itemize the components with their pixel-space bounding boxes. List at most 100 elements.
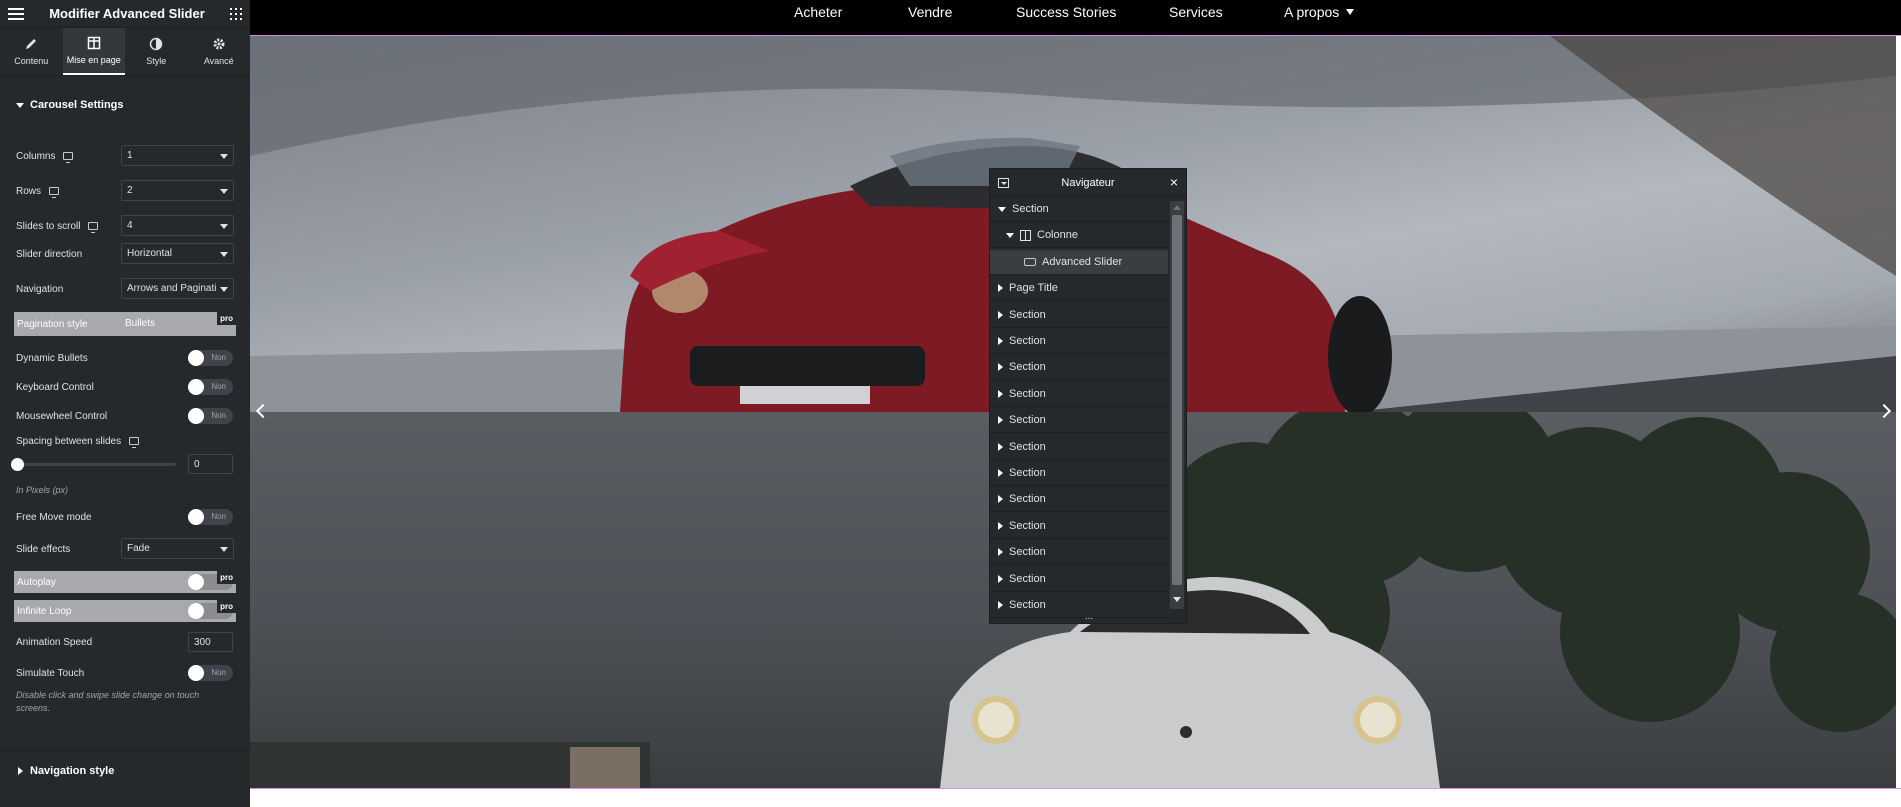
- autoplay-control: Autoplay pro: [14, 571, 236, 593]
- navigator-item-section[interactable]: Section: [990, 487, 1168, 513]
- navigator-item-section[interactable]: Section: [990, 567, 1168, 592]
- caret-down-icon[interactable]: [998, 206, 1006, 212]
- scroll-down-icon[interactable]: [1173, 597, 1181, 602]
- animation-speed-value: 300: [194, 636, 211, 648]
- desktop-icon[interactable]: [63, 152, 74, 163]
- navigator-item-section[interactable]: Section: [990, 540, 1168, 566]
- caret-right-icon[interactable]: [998, 416, 1003, 425]
- navigator-header[interactable]: Navigateur ×: [990, 169, 1186, 197]
- nav-link-success-stories[interactable]: Success Stories: [1016, 4, 1116, 20]
- slider-direction-select[interactable]: Horizontal: [121, 243, 234, 264]
- columns-select[interactable]: 1: [121, 145, 234, 166]
- caret-right-icon[interactable]: [998, 469, 1003, 477]
- caret-right-icon[interactable]: [998, 495, 1003, 504]
- navigation-select[interactable]: Arrows and Paginati: [121, 278, 234, 299]
- spacing-slider-handle[interactable]: [11, 458, 24, 471]
- tab-mise-en-page[interactable]: Mise en page: [62, 28, 125, 75]
- tab-label: Contenu: [14, 56, 49, 66]
- caret-right-icon[interactable]: [998, 601, 1003, 609]
- rows-select[interactable]: 2: [121, 180, 234, 201]
- toggle-state: Non: [211, 668, 226, 677]
- navigator-item-colonne[interactable]: Colonne: [990, 223, 1168, 249]
- caret-right-icon[interactable]: [998, 389, 1003, 398]
- apps-grid-icon[interactable]: [230, 7, 242, 20]
- carousel-settings-header[interactable]: Carousel Settings: [0, 90, 250, 120]
- navigator-item-section[interactable]: Section: [990, 382, 1168, 407]
- spacing-slider-track[interactable]: [16, 463, 176, 466]
- scroll-up-icon[interactable]: [1173, 205, 1181, 210]
- pencil-icon: [26, 39, 37, 49]
- chevron-down-icon: [220, 189, 228, 194]
- navigator-item-label: Section: [1009, 335, 1046, 347]
- simulate-touch-note: Disable click and swipe slide change on …: [16, 690, 200, 713]
- navigator-item-advanced-slider[interactable]: Advanced Slider: [990, 249, 1168, 275]
- caret-right-icon[interactable]: [998, 363, 1003, 372]
- caret-right-icon[interactable]: [998, 284, 1003, 293]
- navigation-control: Navigation Arrows and Paginati: [0, 278, 250, 300]
- navigator-item-label: Section: [1009, 572, 1046, 585]
- nav-link-a-propos[interactable]: A propos: [1284, 4, 1355, 20]
- desktop-icon[interactable]: [129, 437, 140, 448]
- pagination-style-label: Pagination style: [17, 318, 88, 330]
- navigator-item-section[interactable]: Section: [990, 408, 1168, 434]
- autoplay-label: Autoplay: [17, 576, 56, 588]
- keyboard-control-toggle[interactable]: Non: [188, 379, 233, 395]
- contrast-icon: [150, 37, 163, 51]
- nav-link-vendre[interactable]: Vendre: [908, 4, 952, 20]
- tab-style[interactable]: Style: [125, 28, 188, 75]
- animation-speed-control: Animation Speed 300: [0, 632, 250, 652]
- menu-icon[interactable]: [8, 7, 24, 20]
- navigator-item-section[interactable]: Section: [990, 514, 1168, 539]
- caret-right-icon[interactable]: [998, 521, 1003, 530]
- mousewheel-control-toggle[interactable]: Non: [188, 408, 233, 424]
- toggle-state: Non: [211, 512, 226, 521]
- pagination-style-value: Bullets: [125, 318, 156, 329]
- navigation-style-header[interactable]: Navigation style: [0, 750, 250, 790]
- slider-direction-control: Slider direction Horizontal: [0, 243, 250, 265]
- desktop-icon[interactable]: [88, 222, 99, 233]
- rows-value: 2: [127, 185, 133, 196]
- navigator-item-section[interactable]: Section: [990, 355, 1168, 381]
- collapse-all-icon[interactable]: [998, 178, 1009, 188]
- caret-right-icon[interactable]: [998, 310, 1003, 319]
- navigator-item-label: Section: [1009, 467, 1046, 479]
- caret-right-icon[interactable]: [998, 442, 1003, 451]
- desktop-icon[interactable]: [49, 187, 60, 198]
- spacing-input[interactable]: 0: [188, 454, 233, 474]
- navigator-item-page-title[interactable]: Page Title: [990, 276, 1168, 302]
- navigator-resize-handle[interactable]: ...: [990, 610, 1188, 623]
- slide-effects-select[interactable]: Fade: [121, 538, 234, 559]
- animation-speed-input[interactable]: 300: [188, 632, 233, 652]
- tab-contenu[interactable]: Contenu: [0, 28, 63, 75]
- navigator-item-section[interactable]: Section: [990, 197, 1168, 222]
- navigation-style-title: Navigation style: [30, 764, 115, 777]
- mousewheel-control-label: Mousewheel Control: [16, 410, 108, 422]
- tab-avance[interactable]: Avancé: [188, 28, 251, 75]
- navigator-item-section[interactable]: Section: [990, 435, 1168, 460]
- navigator-item-label: Colonne: [1037, 229, 1078, 242]
- navigator-item-label: Section: [1012, 203, 1049, 215]
- infinite-loop-label: Infinite Loop: [17, 605, 72, 617]
- panel-header: Modifier Advanced Slider: [0, 0, 250, 28]
- free-move-toggle[interactable]: Non: [188, 509, 233, 525]
- dynamic-bullets-toggle[interactable]: Non: [188, 350, 233, 366]
- navigator-title: Navigateur: [1061, 176, 1115, 189]
- navigator-item-section[interactable]: Section: [990, 303, 1168, 328]
- simulate-touch-toggle[interactable]: Non: [188, 665, 233, 681]
- caret-right-icon[interactable]: [998, 574, 1003, 583]
- navigator-scrollbar-thumb[interactable]: [1172, 215, 1182, 585]
- caret-down-icon[interactable]: [1006, 232, 1014, 238]
- caret-right-icon[interactable]: [998, 548, 1003, 557]
- nav-link-services[interactable]: Services: [1169, 4, 1223, 20]
- site-navbar: Acheter Vendre Success Stories Services …: [250, 0, 1901, 36]
- caret-down-icon: [16, 102, 24, 108]
- navigator-item-section[interactable]: Section: [990, 461, 1168, 486]
- close-icon[interactable]: ×: [1170, 174, 1178, 190]
- chevron-down-icon: [220, 224, 228, 229]
- spacing-value: 0: [194, 458, 200, 470]
- caret-right-icon[interactable]: [998, 337, 1003, 345]
- slides-to-scroll-select[interactable]: 4: [121, 215, 234, 236]
- nav-link-acheter[interactable]: Acheter: [794, 4, 842, 20]
- slides-to-scroll-label: Slides to scroll: [16, 220, 81, 232]
- navigator-item-section[interactable]: Section: [990, 329, 1168, 354]
